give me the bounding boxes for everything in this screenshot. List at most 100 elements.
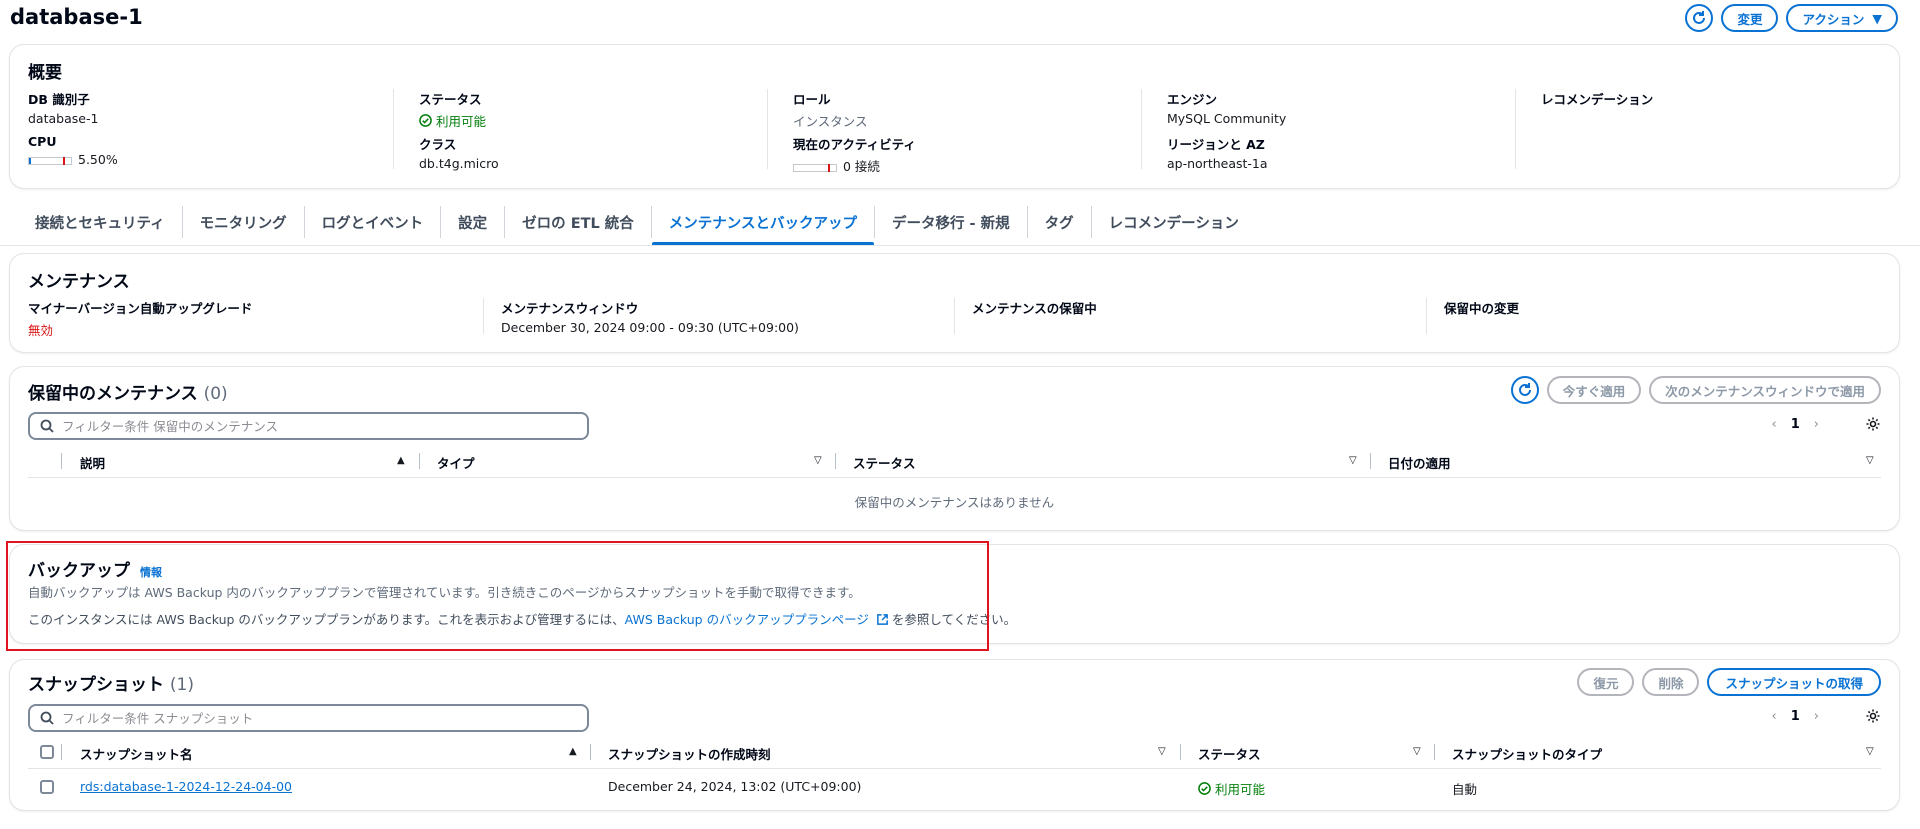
recommendation-label: レコメンデーション	[1541, 92, 1654, 107]
sort-icon[interactable]: ▽	[1349, 455, 1357, 466]
role-value: インスタンス	[793, 114, 868, 129]
region-label: リージョンと AZ	[1167, 137, 1265, 152]
sort-asc-icon[interactable]: ▲	[397, 455, 405, 466]
restore-button[interactable]: 復元	[1577, 668, 1635, 696]
pending-search-input[interactable]	[62, 418, 562, 434]
region-field: リージョンと AZ ap-northeast-1a	[1167, 134, 1268, 171]
tab-0[interactable]: 接続とセキュリティ	[18, 206, 183, 238]
col-apply-date[interactable]: 日付の適用	[1388, 453, 1451, 472]
pending-empty-message: 保留中のメンテナンスはありません	[854, 495, 1055, 510]
gear-icon	[1866, 417, 1880, 431]
pending-refresh-button[interactable]	[1510, 376, 1539, 404]
sort-icon[interactable]: ▽	[1866, 746, 1874, 757]
apply-next-window-button[interactable]: 次のメンテナンスウィンドウで適用	[1649, 376, 1881, 404]
auto-upgrade-field: マイナーバージョン自動アップグレード 無効	[28, 298, 252, 339]
sort-icon[interactable]: ▽	[1866, 455, 1874, 466]
maintenance-pending-field: メンテナンスの保留中	[972, 298, 1097, 317]
tab-3[interactable]: 設定	[441, 206, 506, 238]
modify-button[interactable]: 変更	[1721, 4, 1779, 32]
status-label: ステータス	[419, 92, 482, 107]
sort-asc-icon[interactable]: ▲	[569, 746, 577, 757]
page-number[interactable]: 1	[1791, 417, 1800, 432]
maintenance-window-value: December 30, 2024 09:00 - 09:30 (UTC+09:…	[501, 320, 799, 335]
backup-highlight-box	[6, 541, 989, 651]
db-id-value: database-1	[28, 111, 99, 126]
snapshot-type: 自動	[1452, 782, 1478, 797]
snapshots-settings-button[interactable]	[1865, 708, 1881, 727]
search-icon	[40, 419, 54, 433]
pending-settings-button[interactable]	[1865, 416, 1881, 435]
next-page-icon[interactable]: ›	[1814, 417, 1819, 432]
engine-value: MySQL Community	[1167, 111, 1287, 126]
col-status[interactable]: ステータス	[853, 453, 916, 472]
tab-5[interactable]: メンテナンスとバックアップ	[651, 206, 875, 246]
snapshots-title-wrap: スナップショット (1)	[28, 670, 194, 695]
pending-search[interactable]	[28, 412, 589, 440]
sort-icon[interactable]: ▽	[1158, 746, 1166, 757]
next-page-icon[interactable]: ›	[1814, 709, 1819, 724]
prev-page-icon[interactable]: ‹	[1772, 709, 1777, 724]
refresh-icon	[1693, 11, 1706, 24]
pending-maintenance-card: 保留中のメンテナンス (0) 今すぐ適用 次のメンテナンスウィンドウで適用 ‹ …	[10, 367, 1899, 530]
activity-label: 現在のアクティビティ	[793, 137, 916, 152]
tab-6[interactable]: データ移行 - 新規	[875, 206, 1028, 238]
tab-7[interactable]: タグ	[1028, 206, 1092, 238]
maintenance-pending-label: メンテナンスの保留中	[972, 301, 1097, 316]
pending-changes-label: 保留中の変更	[1444, 301, 1520, 316]
db-id-label: DB 識別子	[28, 92, 90, 107]
sort-icon[interactable]: ▽	[1413, 746, 1421, 757]
detail-tabs: 接続とセキュリティ モニタリング ログとイベント 設定 ゼロの ETL 統合 メンテナンス…	[18, 206, 1256, 246]
caret-down-icon: ▼	[1872, 10, 1882, 26]
row-checkbox[interactable]	[40, 780, 54, 794]
tab-2[interactable]: ログとイベント	[305, 206, 442, 238]
status-value: 利用可能	[436, 114, 487, 129]
col-snapshot-name[interactable]: スナップショット名	[80, 744, 193, 763]
snapshot-name-link[interactable]: rds:database-1-2024-12-24-04-00	[80, 779, 292, 794]
page-number[interactable]: 1	[1791, 709, 1800, 724]
cpu-value: 5.50%	[78, 152, 118, 167]
delete-button[interactable]: 削除	[1642, 668, 1700, 696]
snapshots-search-input[interactable]	[62, 710, 562, 726]
pending-pagination: ‹ 1 ›	[1772, 417, 1819, 432]
apply-now-button[interactable]: 今すぐ適用	[1546, 376, 1642, 404]
status-ok-icon	[1198, 782, 1211, 795]
pending-changes-field: 保留中の変更	[1444, 298, 1519, 317]
col-snapshot-type[interactable]: スナップショットのタイプ	[1452, 744, 1602, 763]
class-value: db.t4g.micro	[419, 156, 499, 171]
auto-upgrade-label: マイナーバージョン自動アップグレード	[28, 301, 253, 316]
engine-field: エンジン MySQL Community	[1167, 89, 1286, 126]
recommendation-field: レコメンデーション	[1541, 89, 1653, 108]
prev-page-icon[interactable]: ‹	[1772, 417, 1777, 432]
actions-dropdown[interactable]: アクション ▼	[1786, 4, 1898, 32]
maintenance-card: メンテナンス マイナーバージョン自動アップグレード 無効 メンテナンスウィンドウ…	[10, 254, 1899, 352]
gear-icon	[1866, 709, 1880, 723]
select-all-checkbox[interactable]	[40, 745, 54, 759]
col-type[interactable]: タイプ	[437, 453, 475, 472]
snapshots-search[interactable]	[28, 704, 589, 732]
header-actions: 変更 アクション ▼	[1685, 4, 1898, 32]
class-field: クラス db.t4g.micro	[419, 134, 499, 171]
sort-icon[interactable]: ▽	[814, 455, 822, 466]
tab-1[interactable]: モニタリング	[183, 206, 305, 238]
take-snapshot-button[interactable]: スナップショットの取得	[1707, 668, 1881, 696]
snapshots-title: スナップショット	[28, 675, 164, 695]
search-icon	[40, 711, 54, 725]
refresh-icon	[1518, 383, 1531, 396]
class-label: クラス	[419, 137, 457, 152]
pending-title-wrap: 保留中のメンテナンス (0)	[28, 379, 228, 404]
pending-title: 保留中のメンテナンス	[28, 384, 198, 404]
refresh-button[interactable]	[1685, 4, 1714, 32]
tab-4[interactable]: ゼロの ETL 統合	[505, 206, 652, 238]
summary-card: 概要 DB 識別子 database-1 CPU 5.50% ステータス 利用可…	[10, 45, 1899, 188]
maintenance-window-field: メンテナンスウィンドウ December 30, 2024 09:00 - 09…	[501, 298, 799, 335]
tab-8[interactable]: レコメンデーション	[1092, 206, 1256, 238]
role-label: ロール	[793, 92, 831, 107]
snapshots-count: (1)	[169, 675, 195, 695]
col-created-time[interactable]: スナップショットの作成時刻	[608, 744, 771, 763]
col-description[interactable]: 説明	[80, 453, 105, 472]
auto-upgrade-value: 無効	[28, 323, 54, 338]
activity-bar	[793, 163, 837, 172]
maintenance-title: メンテナンス	[28, 272, 130, 292]
col-snapshot-status[interactable]: ステータス	[1198, 744, 1261, 763]
snapshot-created-time: December 24, 2024, 13:02 (UTC+09:00)	[608, 779, 862, 794]
